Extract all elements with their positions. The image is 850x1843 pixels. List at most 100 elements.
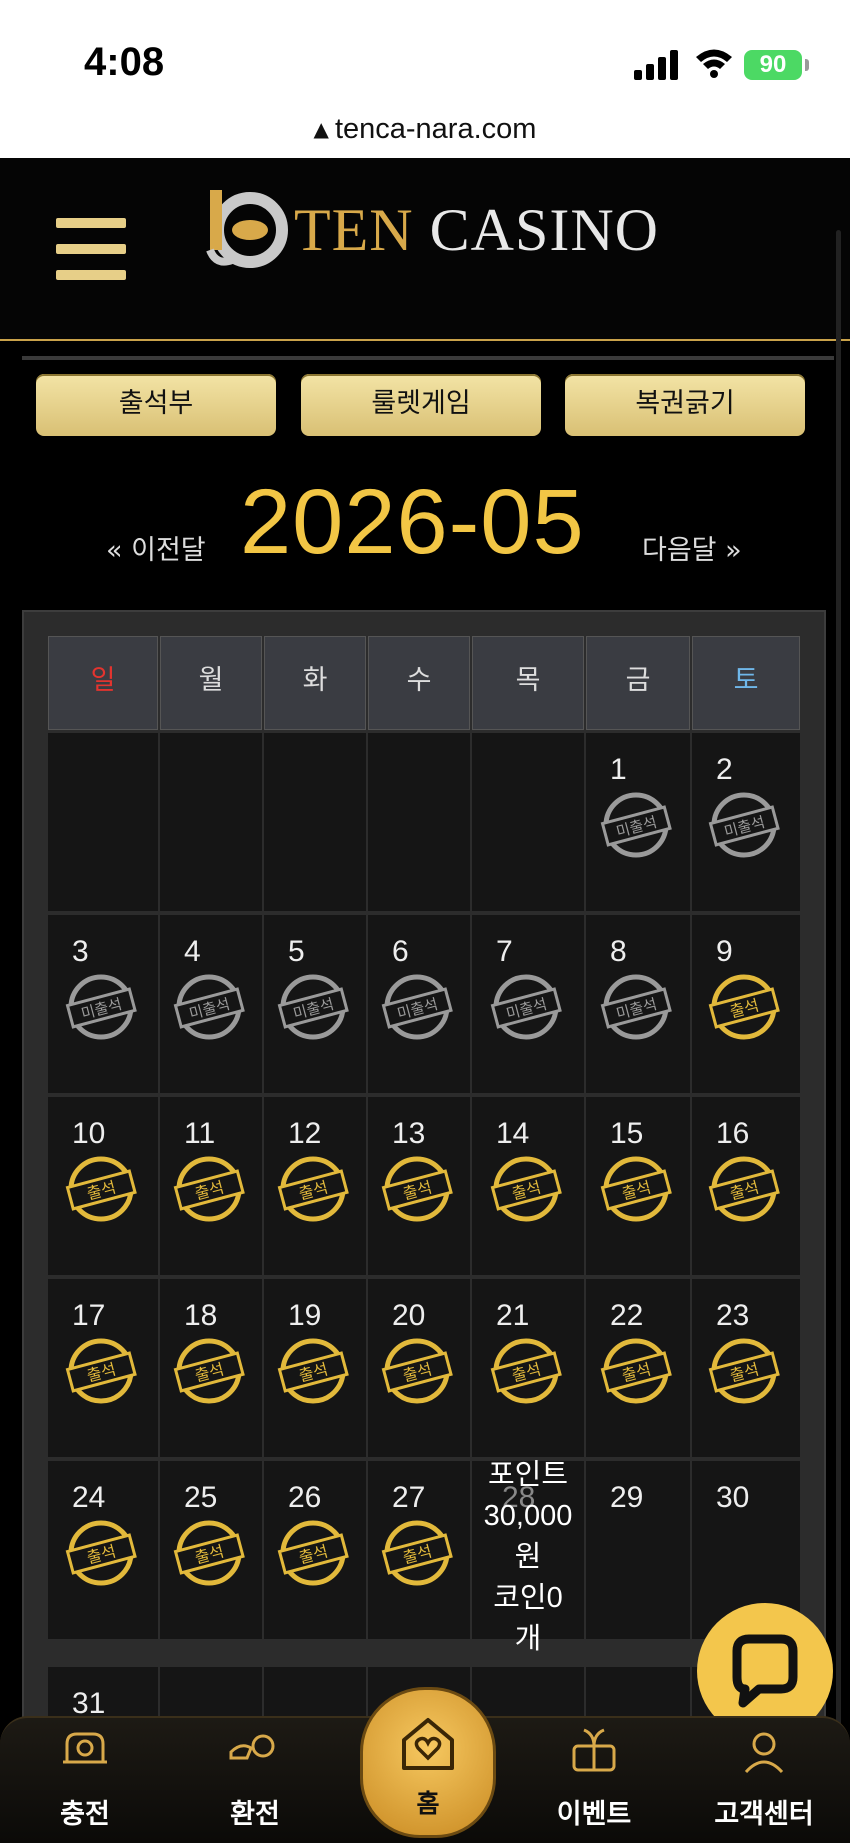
calendar-empty-cell <box>264 733 366 911</box>
present-stamp-icon: 출석 <box>600 1156 672 1222</box>
day-number: 16 <box>716 1117 750 1150</box>
absent-stamp-icon: 미출석 <box>708 792 780 858</box>
day-number: 6 <box>392 935 409 968</box>
calendar-day[interactable]: 17 출석 <box>48 1279 158 1457</box>
calendar-day[interactable]: 29 <box>586 1461 690 1639</box>
exchange-icon <box>229 1734 275 1760</box>
reward-note-line: 코인0 <box>493 1582 563 1614</box>
day-number: 8 <box>610 935 627 968</box>
calendar-day[interactable]: 14 출석 <box>472 1097 584 1275</box>
absent-stamp-icon: 미출석 <box>381 974 453 1040</box>
calendar-day[interactable]: 3 미출석 <box>48 915 158 1093</box>
support-agent-icon <box>744 1732 784 1774</box>
calendar-empty-cell <box>368 733 470 911</box>
calendar-day[interactable]: 9 출석 <box>692 915 800 1093</box>
day-number: 20 <box>392 1299 426 1332</box>
day-number: 5 <box>288 935 305 968</box>
present-stamp-icon: 출석 <box>381 1338 453 1404</box>
day-number: 27 <box>392 1481 426 1514</box>
present-stamp-icon: 출석 <box>173 1156 245 1222</box>
present-stamp-icon: 출석 <box>277 1156 349 1222</box>
day-number: 21 <box>496 1299 530 1332</box>
calendar-day[interactable]: 22 출석 <box>586 1279 690 1457</box>
weekday-header: 일 <box>48 636 158 730</box>
weekday-header: 토 <box>692 636 800 730</box>
calendar-day[interactable]: 20 출석 <box>368 1279 470 1457</box>
calendar-day[interactable]: 12 출석 <box>264 1097 366 1275</box>
calendar-day[interactable]: 18 출석 <box>160 1279 262 1457</box>
day-number: 3 <box>72 935 89 968</box>
present-stamp-icon: 출석 <box>381 1156 453 1222</box>
lock-icon: ▲ <box>313 117 329 141</box>
nav-exchange[interactable]: 환전 <box>185 1716 325 1841</box>
nav-home[interactable]: 홈 <box>360 1687 496 1838</box>
wifi-icon <box>696 49 732 78</box>
url-text: tenca-nara.com <box>334 113 537 145</box>
calendar-day[interactable]: 8 미출석 <box>586 915 690 1093</box>
day-number: 22 <box>610 1299 644 1332</box>
battery-tip-icon <box>805 59 809 71</box>
weekday-header: 금 <box>586 636 690 730</box>
day-number: 19 <box>288 1299 322 1332</box>
day-number: 15 <box>610 1117 644 1150</box>
prev-month-link[interactable]: « 이전달 <box>106 528 206 567</box>
calendar-day[interactable]: 10 출석 <box>48 1097 158 1275</box>
next-month-link[interactable]: 다음달 » <box>642 528 742 567</box>
present-stamp-icon: 출석 <box>490 1156 562 1222</box>
day-number: 25 <box>184 1481 218 1514</box>
calendar-day[interactable]: 15 출석 <box>586 1097 690 1275</box>
absent-stamp-icon: 미출석 <box>600 792 672 858</box>
calendar-day[interactable]: 27 출석 <box>368 1461 470 1639</box>
calendar-day[interactable]: 1 미출석 <box>586 733 690 911</box>
weekday-header: 목 <box>472 636 584 730</box>
page-scrollbar[interactable] <box>836 230 841 1750</box>
calendar-day[interactable]: 25 출석 <box>160 1461 262 1639</box>
attendance-button[interactable]: 출석부 <box>36 374 276 436</box>
scratch-lottery-button[interactable]: 복권긁기 <box>565 374 805 436</box>
calendar-day[interactable]: 26 출석 <box>264 1461 366 1639</box>
deposit-icon <box>63 1732 107 1764</box>
present-stamp-icon: 출석 <box>173 1338 245 1404</box>
divider <box>22 356 834 360</box>
present-stamp-icon: 출석 <box>277 1520 349 1586</box>
nav-event[interactable]: 이벤트 <box>524 1716 664 1841</box>
reward-note-line: 원 <box>514 1541 542 1573</box>
calendar-day[interactable]: 19 출석 <box>264 1279 366 1457</box>
month-title: 2026-05 <box>240 471 585 573</box>
present-stamp-icon: 출석 <box>381 1520 453 1586</box>
calendar-day[interactable]: 24 출석 <box>48 1461 158 1639</box>
hamburger-menu-icon[interactable] <box>56 218 126 280</box>
calendar-day[interactable]: 5 미출석 <box>264 915 366 1093</box>
nav-customer-service[interactable]: 고객센터 <box>694 1716 834 1841</box>
calendar-day[interactable]: 6 미출석 <box>368 915 470 1093</box>
calendar-day[interactable]: 4 미출석 <box>160 915 262 1093</box>
present-stamp-icon: 출석 <box>708 1338 780 1404</box>
absent-stamp-icon: 미출석 <box>490 974 562 1040</box>
absent-stamp-icon: 미출석 <box>173 974 245 1040</box>
roulette-game-button[interactable]: 룰렛게임 <box>301 374 541 436</box>
calendar-day[interactable]: 23 출석 <box>692 1279 800 1457</box>
absent-stamp-icon: 미출석 <box>600 974 672 1040</box>
battery-indicator: 90 <box>744 50 802 80</box>
calendar-day[interactable]: 16 출석 <box>692 1097 800 1275</box>
calendar-day[interactable]: 2 미출석 <box>692 733 800 911</box>
nav-deposit[interactable]: 충전 <box>15 1716 155 1841</box>
calendar-day[interactable]: 11 출석 <box>160 1097 262 1275</box>
calendar-empty-cell <box>48 733 158 911</box>
browser-url-bar[interactable]: ▲ tenca-nara.com <box>0 108 850 158</box>
day-number: 12 <box>288 1117 322 1150</box>
day-number: 9 <box>716 935 733 968</box>
day-number: 2 <box>716 753 733 786</box>
day-number: 7 <box>496 935 513 968</box>
cellular-signal-icon <box>634 50 678 80</box>
calendar-day[interactable]: 7 미출석 <box>472 915 584 1093</box>
day-number: 18 <box>184 1299 218 1332</box>
present-stamp-icon: 출석 <box>708 1156 780 1222</box>
day-number: 23 <box>716 1299 750 1332</box>
calendar-day[interactable]: 28 포인트 30,000 원 코인0 개 <box>472 1459 584 1655</box>
calendar-day[interactable]: 21 출석 <box>472 1279 584 1457</box>
site-logo[interactable]: TEN CASINO <box>294 196 659 265</box>
calendar-empty-cell <box>472 733 584 911</box>
day-number: 13 <box>392 1117 426 1150</box>
calendar-day[interactable]: 13 출석 <box>368 1097 470 1275</box>
